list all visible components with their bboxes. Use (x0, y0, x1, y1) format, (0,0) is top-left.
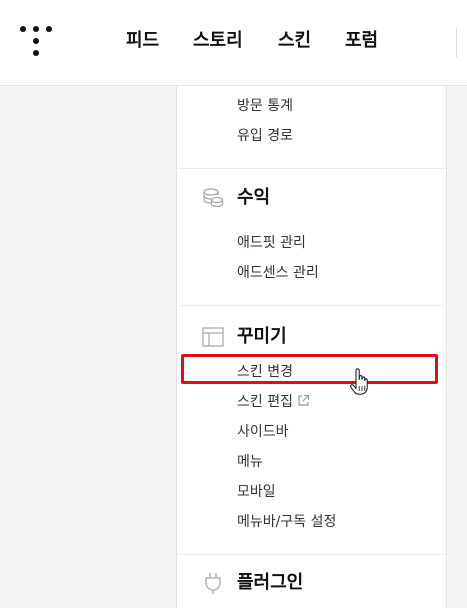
plug-icon (205, 573, 221, 594)
section-divider (178, 305, 446, 306)
layout-icon (202, 327, 224, 347)
section-divider (178, 168, 446, 169)
section-title-plugin[interactable]: 플러그인 (237, 572, 303, 594)
menu-item-sidebar[interactable]: 사이드바 (237, 423, 289, 441)
top-header: 피드 스토리 스킨 포럼 (0, 0, 467, 86)
nav-story[interactable]: 스토리 (193, 30, 243, 52)
external-link-icon (298, 394, 310, 406)
menu-item-adsense[interactable]: 애드센스 관리 (237, 264, 319, 282)
header-divider (456, 28, 457, 58)
menu-item-adfit[interactable]: 애드핏 관리 (237, 234, 306, 252)
left-gray-pane (0, 86, 177, 608)
highlight-skin-change (181, 354, 438, 384)
nav-feed[interactable]: 피드 (126, 30, 159, 52)
skin-edit-label: 스킨 편집 (237, 394, 293, 410)
section-title-revenue[interactable]: 수익 (237, 187, 270, 209)
menu-item-visit-stats[interactable]: 방문 통계 (237, 97, 293, 115)
menu-item-referrer[interactable]: 유입 경로 (237, 127, 293, 145)
hand-pointer-cursor-icon (350, 368, 368, 395)
section-divider (178, 554, 446, 555)
menu-item-menubar-subscribe[interactable]: 메뉴바/구독 설정 (237, 513, 336, 531)
admin-side-menu: 방문 통계 유입 경로 수익 애드핏 관리 애드센스 관리 꾸미기 스킨 변경 … (178, 86, 446, 608)
nav-forum[interactable]: 포럼 (345, 30, 378, 52)
tistory-logo-icon[interactable] (20, 26, 54, 56)
menu-item-skin-edit[interactable]: 스킨 편집 (237, 393, 310, 411)
nav-skin[interactable]: 스킨 (278, 30, 311, 52)
coins-icon (203, 188, 224, 208)
section-title-decorate[interactable]: 꾸미기 (237, 326, 287, 348)
right-gray-pane (446, 86, 467, 608)
menu-item-mobile[interactable]: 모바일 (237, 483, 276, 501)
menu-item-menu[interactable]: 메뉴 (237, 453, 263, 471)
